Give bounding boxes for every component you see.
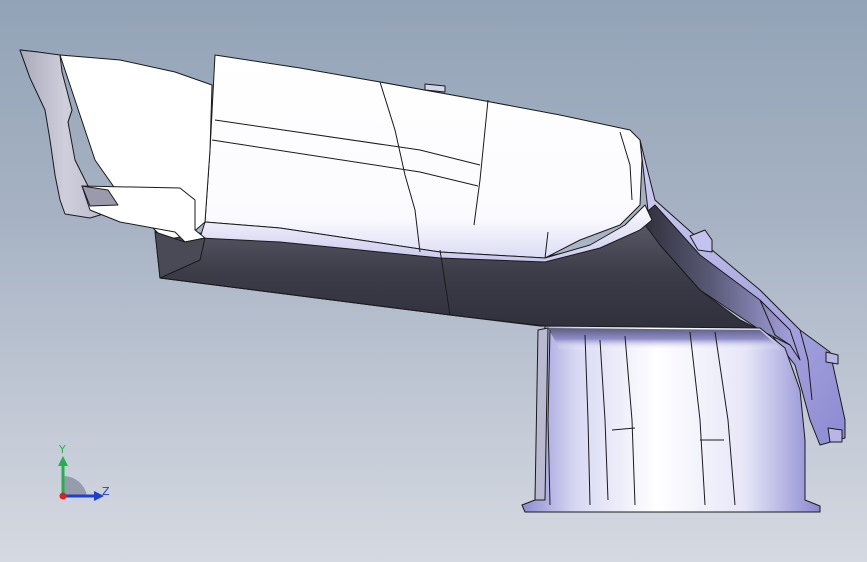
- graphics-viewport[interactable]: Y Z: [0, 0, 867, 562]
- flange-tab-bottom: [827, 427, 843, 443]
- top-tab: [424, 83, 446, 93]
- y-axis-arrow: [58, 456, 68, 466]
- y-axis-label: Y: [59, 443, 66, 456]
- triad-xz-plane: [63, 475, 87, 496]
- triad-graphic: [58, 456, 104, 501]
- part-model[interactable]: [0, 0, 867, 562]
- orientation-triad[interactable]: Y Z: [40, 438, 130, 518]
- cylinder-body: [521, 325, 821, 513]
- cylinder-top-shade: [548, 328, 782, 350]
- x-axis-dot: [59, 492, 67, 500]
- z-axis-label: Z: [102, 485, 110, 498]
- flange-tab-lower: [825, 351, 839, 365]
